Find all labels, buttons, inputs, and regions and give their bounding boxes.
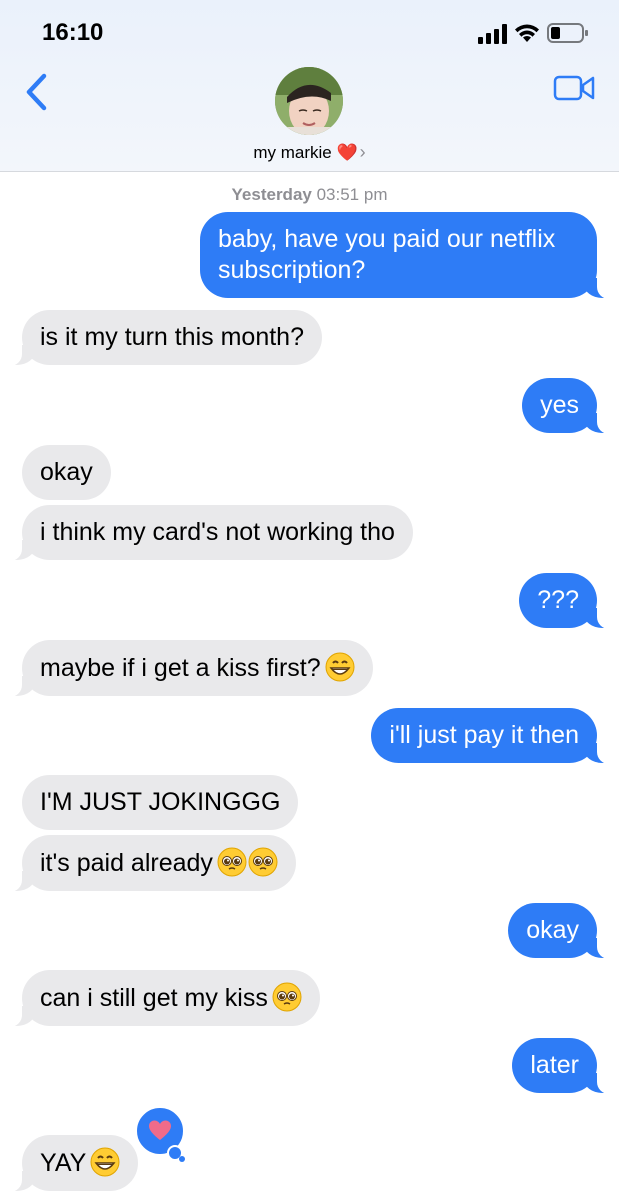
message-bubble-outgoing[interactable]: later xyxy=(512,1038,609,1094)
message-text: baby, have you paid our netflix xyxy=(218,225,556,253)
status-time: 16:10 xyxy=(42,19,104,46)
message-bubble-incoming[interactable]: okay xyxy=(22,445,111,500)
message-bubble-incoming[interactable]: maybe if i get a kiss first? xyxy=(10,640,373,697)
message-text: subscription? xyxy=(218,256,366,284)
timestamp-day: Yesterday xyxy=(231,185,312,204)
message-bubble-outgoing[interactable]: yes xyxy=(522,378,609,434)
message-text: maybe if i get a kiss first? xyxy=(40,654,321,682)
tapback-tail-dot-small xyxy=(179,1156,185,1162)
message-text: i think my card's not working tho xyxy=(40,518,395,546)
message-text: can i still get my kiss xyxy=(40,984,268,1012)
contact-name-button[interactable]: my markie ❤️ › xyxy=(0,142,619,163)
grinning-face-icon xyxy=(325,652,355,682)
message-timestamp: Yesterday 03:51 pm xyxy=(0,185,619,205)
back-chevron-icon[interactable] xyxy=(24,72,50,112)
cellular-signal-icon xyxy=(478,24,507,44)
message-bubble-incoming[interactable]: i think my card's not working tho xyxy=(10,505,413,561)
message-bubble-incoming[interactable]: is it my turn this month? xyxy=(10,310,322,366)
pleading-face-icon xyxy=(272,982,302,1012)
message-bubble-outgoing[interactable]: i'll just pay it then xyxy=(371,708,609,764)
message-bubble-incoming[interactable]: YAY xyxy=(9,1135,139,1192)
message-bubble-outgoing[interactable]: okay xyxy=(508,903,609,959)
message-bubble-incoming[interactable]: I'M JUST JOKINGGG xyxy=(22,775,299,830)
message-text: it's paid already xyxy=(40,849,213,877)
video-camera-icon[interactable] xyxy=(553,74,595,102)
pleading-face-icon xyxy=(217,847,247,877)
message-text: is it my turn this month? xyxy=(40,323,304,351)
message-text: okay xyxy=(526,916,579,944)
message-text: ??? xyxy=(537,586,579,614)
contact-avatar[interactable] xyxy=(275,67,343,135)
message-bubble-outgoing[interactable]: baby, have you paid our netflix subscrip… xyxy=(200,212,609,299)
grinning-face-icon xyxy=(90,1147,120,1177)
message-text: I'M JUST JOKINGGG xyxy=(40,788,281,816)
battery-icon xyxy=(547,23,588,43)
message-bubble-incoming[interactable]: can i still get my kiss xyxy=(10,970,320,1027)
wifi-icon xyxy=(515,24,539,42)
heart-emoji: ❤️ xyxy=(336,143,358,162)
conversation-header: 16:10 my markie ❤️ › xyxy=(0,0,619,172)
contact-name: my markie xyxy=(253,143,332,162)
message-text: later xyxy=(530,1051,579,1079)
timestamp-time: 03:51 pm xyxy=(316,185,388,204)
message-text: YAY xyxy=(40,1149,87,1177)
message-bubble-outgoing[interactable]: ??? xyxy=(519,573,609,629)
message-text: i'll just pay it then xyxy=(389,721,579,749)
message-bubble-incoming[interactable]: it's paid already xyxy=(10,835,296,892)
chevron-right-icon: › xyxy=(359,142,366,162)
message-text: yes xyxy=(540,391,579,419)
pleading-face-icon xyxy=(248,847,278,877)
message-text: okay xyxy=(40,458,93,486)
